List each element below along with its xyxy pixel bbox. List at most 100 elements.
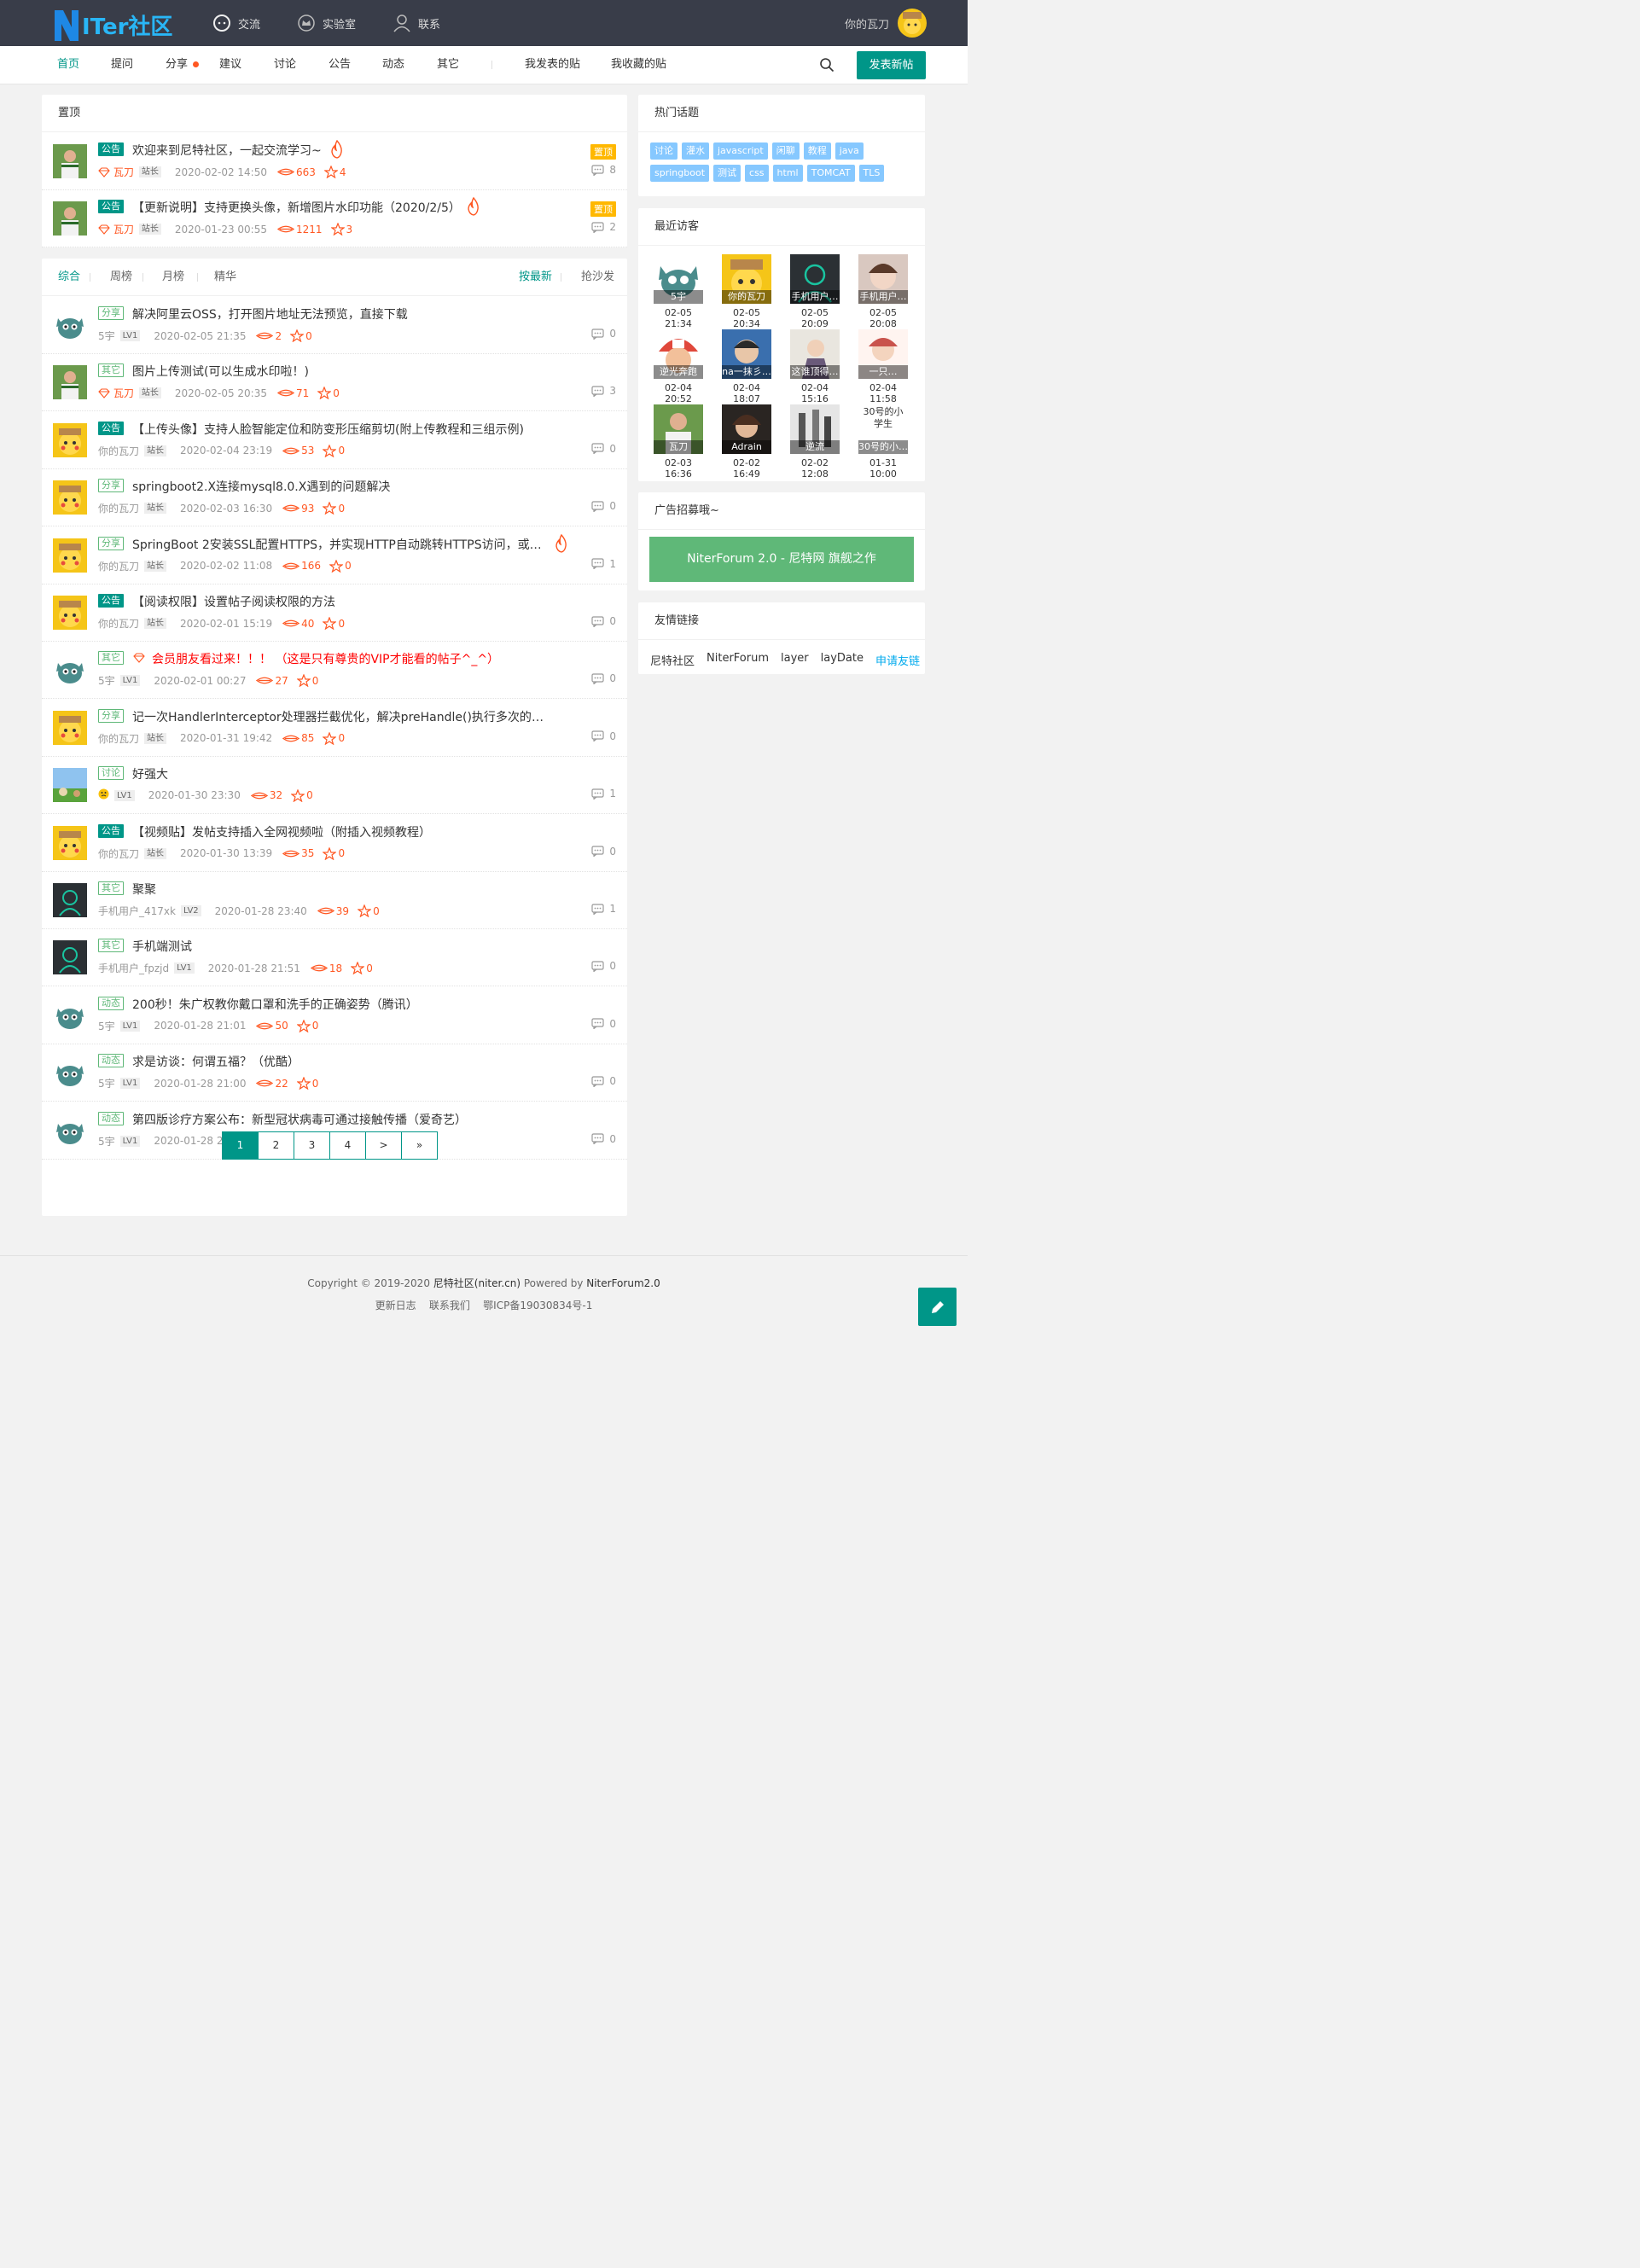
sort-latest[interactable]: 按最新 [519,259,552,296]
visitor-avatar[interactable]: 30号的小学生 30号的小… [858,404,908,454]
post-title[interactable]: 【更新说明】支持更换头像，新增图片水印功能（2020/2/5） [132,199,461,216]
subnav-dynamic[interactable]: 动态 [382,46,404,84]
post-title[interactable]: 200秒！朱广权教你戴口罩和洗手的正确姿势（腾讯） [132,996,418,1013]
author-avatar[interactable] [53,422,87,457]
subnav-suggest[interactable]: 建议 [219,46,241,84]
visitor-avatar[interactable]: 瓦刀 [654,404,703,454]
post-title[interactable]: 聚聚 [132,881,156,898]
visitor-item[interactable]: 逆流 02-02 12:08 [789,404,840,480]
hot-tag[interactable]: 测试 [713,165,741,182]
hot-tag[interactable]: TLS [858,165,885,182]
visitor-item[interactable]: 30号的小学生 30号的小… 01-31 10:00 [858,404,909,480]
visitor-item[interactable]: 瓦刀 02-03 16:36 [653,404,704,480]
post-item[interactable]: 其它 会员朋友看过来！！！ （这是只有尊贵的VIP才能看的帖子^_^） 5宇 L… [42,642,627,700]
subnav-home[interactable]: 首页 [57,46,79,84]
site-logo[interactable]: ITer社区 [53,7,188,43]
visitor-avatar[interactable]: na一抹彡… [722,329,771,379]
post-item[interactable]: 分享 springboot2.X连接mysql8.0.X遇到的问题解决 你的瓦刀… [42,469,627,527]
page-button[interactable]: 4 [329,1131,366,1160]
author-name[interactable]: 你的瓦刀 [98,846,139,861]
author-avatar[interactable] [53,1055,87,1090]
nav-contact[interactable]: 联系 [393,0,440,46]
post-item[interactable]: 动态 求是访谈：何谓五福？（优酷） 5宇 LV1 2020-01-28 21:0… [42,1044,627,1102]
author-avatar[interactable] [53,144,87,178]
visitor-avatar[interactable]: 逆流 [790,404,840,454]
post-item[interactable]: 讨论 好强大 LV1 2020-01-30 23:30 32 0 1 [42,757,627,815]
author-avatar[interactable] [53,710,87,745]
engine-link[interactable]: NiterForum2.0 [586,1277,660,1289]
ad-banner-button[interactable]: NiterForum 2.0 - 尼特网 旗舰之作 [649,537,914,582]
author-avatar[interactable] [53,940,87,975]
subnav-ask[interactable]: 提问 [111,46,133,84]
visitor-item[interactable]: 你的瓦刀 02-05 20:34 [721,254,772,329]
hot-tag[interactable]: springboot [650,165,710,182]
nav-chat[interactable]: 交流 [212,0,260,46]
new-post-button[interactable]: 发表新帖 [857,51,926,79]
author-avatar[interactable] [53,538,87,573]
post-title[interactable]: 求是访谈：何谓五福？（优酷） [132,1053,300,1070]
author-name[interactable]: 瓦刀 [113,165,134,179]
subnav-other[interactable]: 其它 [437,46,459,84]
visitor-item[interactable]: na一抹彡… 02-04 18:07 [721,329,772,404]
post-item[interactable]: 公告 【上传头像】支持人脸智能定位和防变形压缩剪切(附上传教程和三组示例) 你的… [42,412,627,469]
visitor-avatar[interactable]: 逆光奔跑 [654,329,703,379]
subnav-discuss[interactable]: 讨论 [274,46,296,84]
visitor-avatar[interactable]: 这谁顶得… [790,329,840,379]
hot-tag[interactable]: TOMCAT [806,165,855,182]
tab-essence[interactable]: 精华 [214,259,236,296]
author-avatar[interactable] [53,768,87,803]
post-title[interactable]: 欢迎来到尼特社区，一起交流学习~ [132,142,322,159]
post-title[interactable]: springboot2.X连接mysql8.0.X遇到的问题解决 [132,478,390,495]
subnav-my-posts[interactable]: 我发表的贴 [525,46,580,84]
post-title[interactable]: 解决阿里云OSS，打开图片地址无法预览，直接下载 [132,305,408,323]
hot-tag[interactable]: 讨论 [650,142,678,160]
author-avatar[interactable] [53,201,87,236]
post-title[interactable]: 【阅读权限】设置帖子阅读权限的方法 [132,593,335,610]
apply-link[interactable]: 申请友链 [875,652,920,668]
visitor-avatar[interactable]: 手机用户… [858,254,908,304]
hot-tag[interactable]: 灌水 [682,142,709,160]
category-tag[interactable]: 公告 [98,142,124,156]
category-tag[interactable]: 其它 [98,939,124,953]
visitor-item[interactable]: 一只… 02-04 11:58 [858,329,909,404]
page-button[interactable]: 3 [294,1131,330,1160]
post-title[interactable]: 会员朋友看过来！！！ （这是只有尊贵的VIP才能看的帖子^_^） [152,650,499,667]
post-title[interactable]: 第四版诊疗方案公布：新型冠状病毒可通过接触传播（爱奇艺） [132,1111,467,1128]
sort-sofa[interactable]: 抢沙发 [581,259,614,296]
friend-link[interactable]: 尼特社区 [650,652,695,668]
post-item[interactable]: 公告 【阅读权限】设置帖子阅读权限的方法 你的瓦刀 站长 2020-02-01 … [42,584,627,642]
author-avatar[interactable] [53,308,87,342]
visitor-item[interactable]: Adrain 02-02 16:49 [721,404,772,480]
icp-link[interactable]: 鄂ICP备19030834号-1 [483,1300,592,1311]
last-page-button[interactable]: » [401,1131,438,1160]
category-tag[interactable]: 动态 [98,1111,124,1125]
author-avatar[interactable] [53,883,87,917]
category-tag[interactable]: 分享 [98,479,124,493]
page-button[interactable]: 1 [222,1131,259,1160]
friend-link[interactable]: NiterForum [707,652,769,668]
post-title[interactable]: 记一次HandlerInterceptor处理器拦截优化，解决preHandle… [132,708,546,725]
subnav-notice[interactable]: 公告 [329,46,351,84]
visitor-item[interactable]: 这谁顶得… 02-04 15:16 [789,329,840,404]
category-tag[interactable]: 公告 [98,421,124,435]
visitor-avatar[interactable]: 你的瓦刀 [722,254,771,304]
post-item[interactable]: 分享 解决阿里云OSS，打开图片地址无法预览，直接下载 5宇 LV1 2020-… [42,297,627,354]
author-name[interactable]: 5宇 [98,329,115,343]
category-tag[interactable]: 动态 [98,996,124,1010]
author-name[interactable]: 瓦刀 [113,222,134,236]
visitor-avatar[interactable]: Adrain [722,404,771,454]
author-avatar[interactable] [53,997,87,1032]
post-title[interactable]: 好强大 [132,765,168,782]
category-tag[interactable]: 公告 [98,823,124,838]
author-avatar[interactable] [53,825,87,860]
post-item[interactable]: 公告 【视频贴】发帖支持插入全网视频啦（附插入视频教程） 你的瓦刀 站长 202… [42,815,627,872]
category-tag[interactable]: 分享 [98,536,124,550]
category-tag[interactable]: 分享 [98,306,124,320]
author-name[interactable]: 5宇 [98,673,115,688]
author-name[interactable]: 你的瓦刀 [98,559,139,573]
author-avatar[interactable] [53,653,87,688]
post-title[interactable]: 图片上传测试(可以生成水印啦！) [132,363,309,380]
edit-fab-button[interactable] [918,1288,957,1326]
category-tag[interactable]: 讨论 [98,766,124,781]
user-avatar[interactable] [898,9,927,38]
